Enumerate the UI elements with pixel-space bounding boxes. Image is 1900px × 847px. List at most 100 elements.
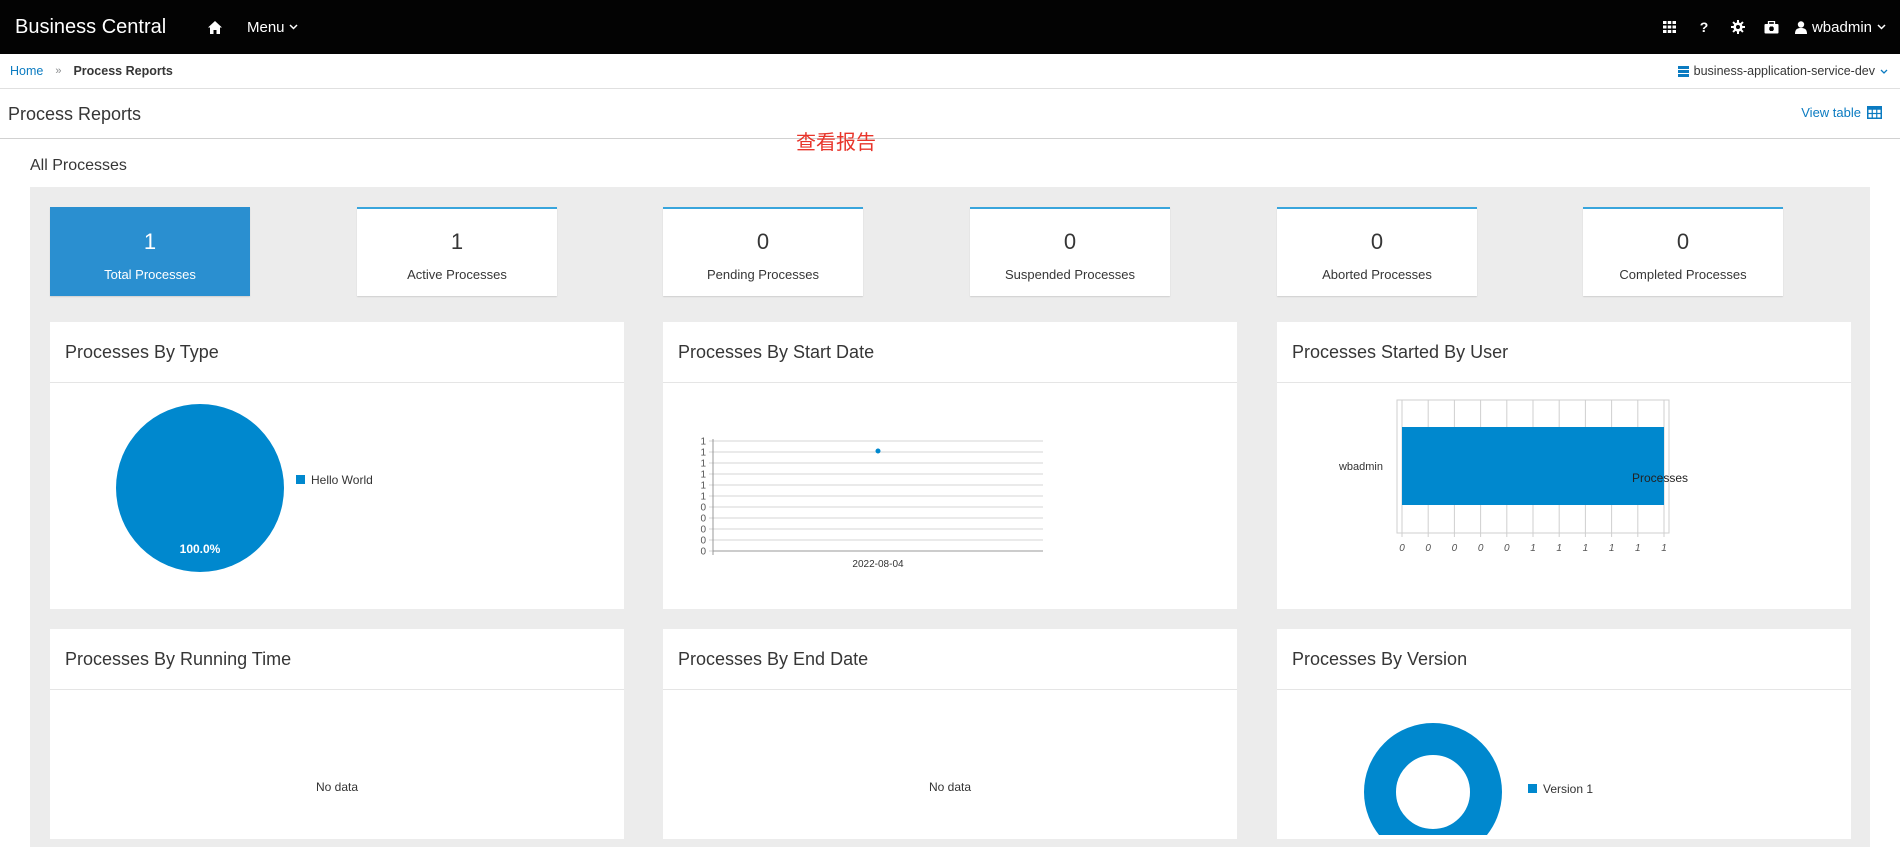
menu-label: Menu: [247, 18, 285, 36]
chevron-down-icon: [289, 24, 298, 30]
help-button[interactable]: ?: [1687, 0, 1721, 54]
x-tick-label: 1: [1661, 543, 1667, 554]
annotation-text: 查看报告: [796, 132, 876, 154]
x-tick-label: 1: [1530, 543, 1536, 554]
svg-text:?: ?: [1700, 20, 1709, 34]
tile-count: 0: [756, 229, 770, 254]
user-icon: [1794, 20, 1807, 34]
settings-button[interactable]: [1721, 0, 1755, 54]
help-icon: ?: [1700, 20, 1709, 34]
y-category-label: wbadmin: [1338, 461, 1383, 473]
y-tick-label: 1: [700, 492, 706, 503]
pie-data-label: 100.0%: [180, 542, 221, 556]
tile-pending-processes[interactable]: 0 Pending Processes: [663, 207, 863, 296]
y-tick-label: 1: [700, 470, 706, 481]
y-tick-label: 0: [700, 503, 706, 514]
legend-label: Hello World: [311, 473, 373, 487]
tile-count: 0: [1370, 229, 1384, 254]
tile-label: Pending Processes: [706, 267, 819, 282]
apps-grid-icon: [1663, 21, 1677, 33]
card-title: Processes Started By User: [1277, 322, 1851, 383]
y-tick-label: 0: [700, 525, 706, 536]
tile-label: Suspended Processes: [1004, 267, 1136, 282]
card-processes-started-by-user: Processes Started By User 0 0 0 0 0 1 1 1 1 1 1 wba…: [1277, 322, 1851, 609]
tile-completed-processes[interactable]: 0 Completed Processes: [1583, 207, 1783, 296]
user-name: wbadmin: [1811, 18, 1872, 36]
menu-button[interactable]: Menu: [247, 19, 298, 36]
x-tick-label: 0: [1478, 543, 1484, 554]
server-stack-icon: [1677, 65, 1689, 77]
table-icon: [1867, 106, 1882, 119]
tile-suspended-processes[interactable]: 0 Suspended Processes: [970, 207, 1170, 296]
card-title: Processes By Type: [50, 322, 624, 383]
x-tick-label: 0: [1504, 543, 1510, 554]
card-processes-by-type: Processes By Type 100.0% Hello World: [50, 322, 624, 609]
tile-label: Active Processes: [407, 267, 507, 282]
card-title: Processes By Start Date: [663, 322, 1237, 383]
user-menu[interactable]: wbadmin: [1794, 18, 1886, 36]
card-processes-by-running-time: Processes By Running Time No data: [50, 629, 624, 839]
card-processes-by-version: Processes By Version Version 1: [1277, 629, 1851, 847]
breadcrumb: Home » Process Reports business-applicat…: [0, 54, 1900, 89]
breadcrumb-separator: »: [55, 65, 62, 77]
space-selector-label: business-application-service-dev: [1693, 64, 1875, 78]
chevron-down-icon: [1877, 24, 1886, 30]
tile-count: 0: [1063, 229, 1077, 254]
legend-label: Version 1: [1543, 782, 1593, 796]
donut-slice: [1364, 723, 1502, 847]
breadcrumb-home-link[interactable]: Home: [10, 64, 43, 78]
y-tick-label: 1: [700, 459, 706, 470]
donut-chart: Version 1: [1364, 723, 1593, 847]
page-header: Process Reports 查看报告 View table: [0, 90, 1900, 154]
space-selector[interactable]: business-application-service-dev: [1677, 64, 1888, 78]
series-label: Processes: [1632, 471, 1688, 485]
card-processes-by-end-date: Processes By End Date No data: [663, 629, 1237, 839]
card-title: Processes By Running Time: [50, 629, 624, 690]
no-data-text: No data: [928, 780, 972, 794]
view-table-link[interactable]: View table: [1801, 105, 1882, 120]
tile-label: Aborted Processes: [1322, 267, 1432, 282]
tile-label: Total Processes: [104, 267, 196, 282]
view-table-label: View table: [1801, 105, 1861, 120]
gear-icon: [1730, 20, 1745, 34]
tile-active-processes[interactable]: 1 Active Processes: [357, 207, 557, 296]
card-title: Processes By End Date: [663, 629, 1237, 690]
card-processes-by-start-date: Processes By Start Date 0 0 0 0 0 1 1 1 1 1 1 2022-…: [663, 322, 1237, 609]
y-tick-label: 1: [700, 448, 706, 459]
home-button[interactable]: [200, 20, 230, 34]
chevron-down-icon: [1880, 69, 1888, 74]
apps-button[interactable]: [1653, 0, 1687, 54]
data-point: [875, 448, 881, 454]
card-title: Processes By Version: [1277, 629, 1851, 690]
y-tick-label: 0: [700, 547, 706, 558]
tile-count: 1: [143, 229, 157, 254]
x-tick-label: 1: [1635, 543, 1641, 554]
tile-count: 1: [450, 229, 464, 254]
case-icon: [1764, 20, 1779, 33]
x-tick-label: 2022-08-04: [852, 559, 904, 570]
x-tick-label: 1: [1583, 543, 1589, 554]
home-icon: [208, 20, 222, 34]
tile-total-processes[interactable]: 1 Total Processes: [50, 207, 250, 296]
y-tick-label: 1: [700, 481, 706, 492]
x-tick-label: 1: [1609, 543, 1615, 554]
tile-label: Completed Processes: [1619, 267, 1747, 282]
legend-swatch: [1528, 784, 1537, 793]
x-tick-label: 1: [1556, 543, 1562, 554]
tile-aborted-processes[interactable]: 0 Aborted Processes: [1277, 207, 1477, 296]
bar-chart: 0 0 0 0 0 1 1 1 1 1 1 wbadmin Processes: [1338, 399, 1688, 554]
y-tick-label: 1: [700, 437, 706, 448]
x-tick-label: 0: [1399, 543, 1405, 554]
line-chart: 000001111112022-08-04: [700, 437, 1043, 570]
no-data-text: No data: [315, 780, 359, 794]
pie-chart: 100.0% Hello World: [116, 404, 373, 572]
y-tick-label: 0: [700, 536, 706, 547]
cases-button[interactable]: [1755, 0, 1789, 54]
page-title: Process Reports: [8, 104, 142, 124]
top-right-actions: ? wbadmin: [1653, 0, 1886, 54]
top-navbar: Business Central Menu ? wbadmin: [0, 0, 1900, 54]
bar: [1402, 427, 1664, 505]
legend-swatch: [296, 475, 305, 484]
y-tick-label: 0: [700, 514, 706, 525]
brand-title[interactable]: Business Central: [15, 16, 190, 39]
